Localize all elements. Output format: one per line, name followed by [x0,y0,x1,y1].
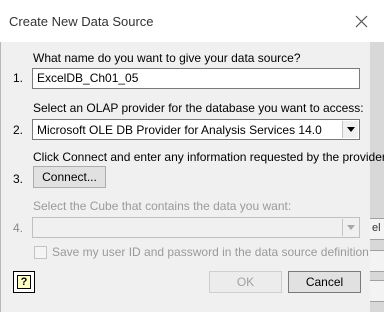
background-window-edge: el [370,42,384,312]
step-1-prompt: What name do you want to give your data … [33,51,301,65]
save-credentials-label: Save my user ID and password in the data… [52,245,369,259]
help-button[interactable]: ? [13,271,35,293]
close-icon [355,15,368,28]
chevron-down-icon [347,225,355,230]
cancel-button[interactable]: Cancel [288,271,361,293]
background-tab: el [370,218,384,240]
dropdown-arrow[interactable] [342,121,358,138]
create-data-source-dialog: Create New Data Source el What name do y… [0,0,384,312]
background-tab [370,280,384,302]
cube-select[interactable] [32,217,360,238]
step-2-prompt: Select an OLAP provider for the database… [33,101,364,115]
step-4-number: 4. [13,221,24,235]
chevron-down-icon [347,127,355,132]
step-1-number: 1. [13,71,24,85]
olap-provider-value: Microsoft OLE DB Provider for Analysis S… [37,123,322,137]
background-tab [370,250,384,272]
step-3-prompt: Click Connect and enter any information … [33,150,384,164]
connect-button[interactable]: Connect... [33,166,106,188]
save-credentials-checkbox[interactable] [34,246,47,259]
step-4-prompt: Select the Cube that contains the data y… [33,199,292,213]
step-2-number: 2. [13,123,24,137]
olap-provider-select[interactable]: Microsoft OLE DB Provider for Analysis S… [32,119,360,140]
ok-button[interactable]: OK [209,271,282,293]
dialog-title: Create New Data Source [9,14,154,29]
title-bar[interactable]: Create New Data Source [0,0,384,42]
close-button[interactable] [348,8,376,36]
step-3-number: 3. [13,172,24,186]
dropdown-arrow[interactable] [342,219,358,236]
data-source-name-input[interactable]: ExcelDB_Ch01_05 [32,68,360,89]
help-icon: ? [17,275,31,289]
